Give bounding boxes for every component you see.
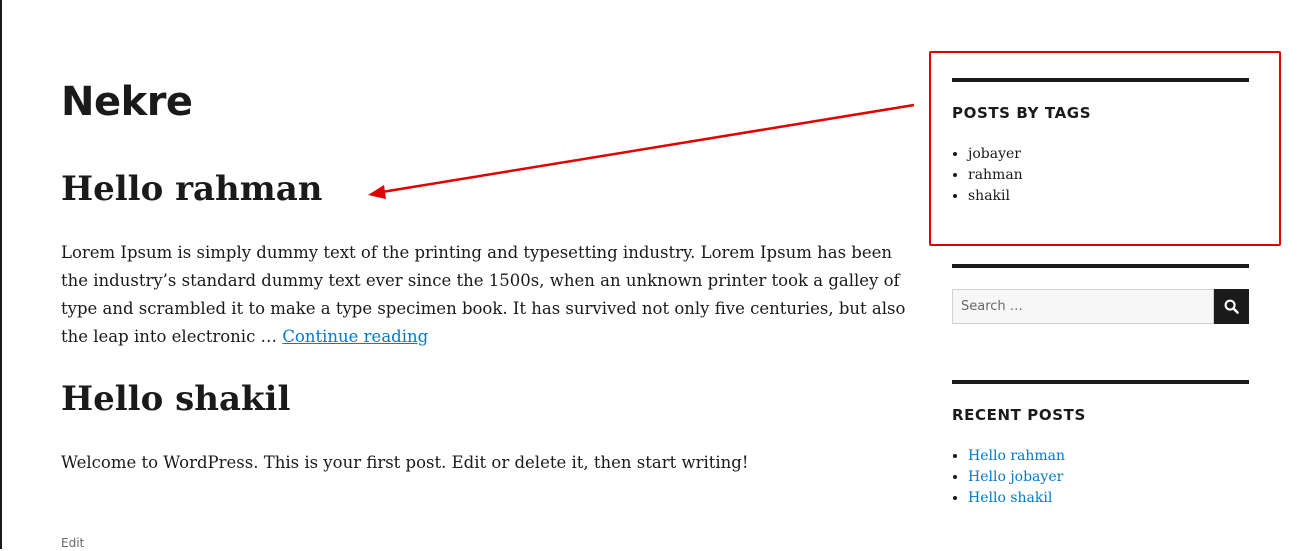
page-left-border: [0, 0, 2, 549]
site-title[interactable]: Nekre: [61, 78, 193, 126]
search-icon: [1224, 299, 1239, 314]
recent-posts-title: RECENT POSTS: [952, 406, 1086, 424]
post-excerpt: Lorem Ipsum is simply dummy text of the …: [61, 239, 911, 351]
recent-post-link[interactable]: Hello jobayer: [968, 469, 1063, 485]
recent-post-link[interactable]: Hello shakil: [968, 490, 1052, 506]
post-excerpt-text: Lorem Ipsum is simply dummy text of the …: [61, 243, 906, 346]
recent-post-item: Hello shakil: [968, 488, 1065, 509]
continue-reading-link[interactable]: Continue reading: [282, 327, 428, 346]
post-title[interactable]: Hello shakil: [61, 379, 290, 419]
post-title[interactable]: Hello rahman: [61, 169, 323, 209]
recent-post-item: Hello jobayer: [968, 467, 1065, 488]
recent-post-link[interactable]: Hello rahman: [968, 448, 1065, 464]
search-button[interactable]: [1214, 289, 1249, 324]
widget-divider: [952, 380, 1249, 384]
search-input[interactable]: [952, 289, 1214, 324]
annotation-highlight-box: [929, 51, 1281, 246]
widget-divider: [952, 264, 1249, 268]
recent-post-item: Hello rahman: [968, 446, 1065, 467]
post-content: Welcome to WordPress. This is your first…: [61, 453, 749, 472]
recent-posts-list: Hello rahman Hello jobayer Hello shakil: [952, 446, 1065, 509]
